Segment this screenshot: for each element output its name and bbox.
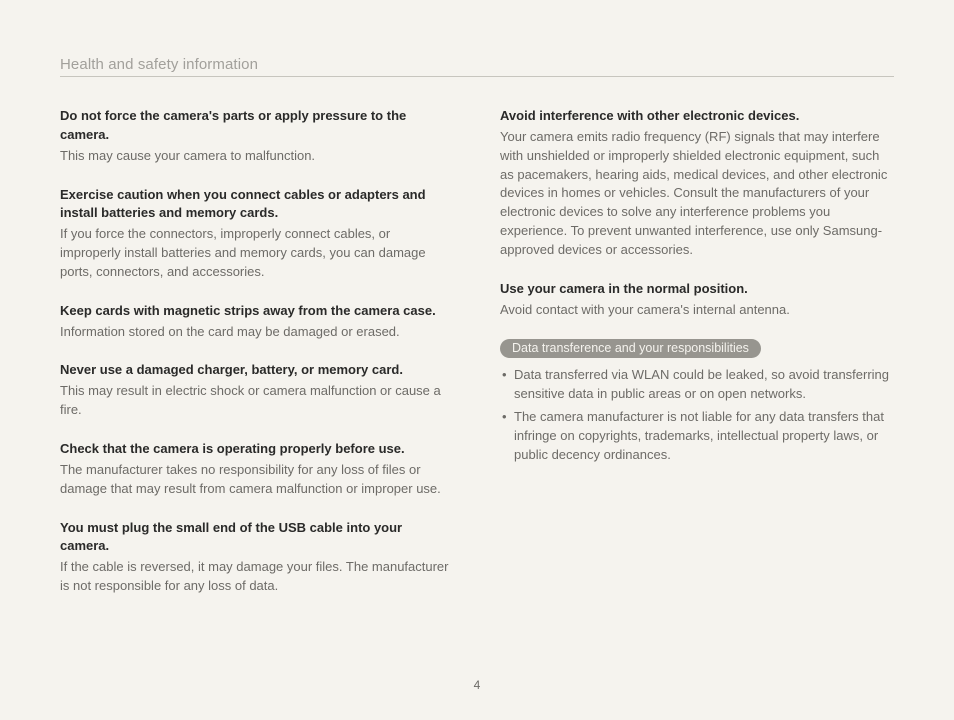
section-exercise-caution: Exercise caution when you connect cables… xyxy=(60,186,454,282)
bullet-list: Data transferred via WLAN could be leake… xyxy=(500,366,894,464)
bullet-item: The camera manufacturer is not liable fo… xyxy=(500,408,894,465)
section-body: Avoid contact with your camera's interna… xyxy=(500,301,894,320)
section-data-transference: Data transference and your responsibilit… xyxy=(500,339,894,464)
section-body: If you force the connectors, improperly … xyxy=(60,225,454,282)
content-columns: Do not force the camera's parts or apply… xyxy=(60,107,894,616)
section-heading: Do not force the camera's parts or apply… xyxy=(60,107,454,145)
section-body: This may result in electric shock or cam… xyxy=(60,382,454,420)
document-page: Health and safety information Do not for… xyxy=(0,0,954,720)
section-magnetic-strips: Keep cards with magnetic strips away fro… xyxy=(60,302,454,342)
section-heading: You must plug the small end of the USB c… xyxy=(60,519,454,557)
section-normal-position: Use your camera in the normal position. … xyxy=(500,280,894,320)
section-body: Your camera emits radio frequency (RF) s… xyxy=(500,128,894,260)
bullet-item: Data transferred via WLAN could be leake… xyxy=(500,366,894,404)
section-avoid-interference: Avoid interference with other electronic… xyxy=(500,107,894,260)
section-heading: Check that the camera is operating prope… xyxy=(60,440,454,459)
section-damaged-charger: Never use a damaged charger, battery, or… xyxy=(60,361,454,420)
header-rule xyxy=(60,76,894,77)
section-usb-cable: You must plug the small end of the USB c… xyxy=(60,519,454,596)
tag-heading: Data transference and your responsibilit… xyxy=(500,339,761,358)
section-check-operating: Check that the camera is operating prope… xyxy=(60,440,454,499)
section-heading: Use your camera in the normal position. xyxy=(500,280,894,299)
section-body: The manufacturer takes no responsibility… xyxy=(60,461,454,499)
page-header: Health and safety information xyxy=(60,56,894,73)
section-heading: Never use a damaged charger, battery, or… xyxy=(60,361,454,380)
section-do-not-force: Do not force the camera's parts or apply… xyxy=(60,107,454,166)
left-column: Do not force the camera's parts or apply… xyxy=(60,107,454,616)
section-heading: Avoid interference with other electronic… xyxy=(500,107,894,126)
page-number: 4 xyxy=(0,678,954,692)
section-heading: Keep cards with magnetic strips away fro… xyxy=(60,302,454,321)
section-body: This may cause your camera to malfunctio… xyxy=(60,147,454,166)
section-heading: Exercise caution when you connect cables… xyxy=(60,186,454,224)
section-body: Information stored on the card may be da… xyxy=(60,323,454,342)
section-body: If the cable is reversed, it may damage … xyxy=(60,558,454,596)
right-column: Avoid interference with other electronic… xyxy=(500,107,894,616)
